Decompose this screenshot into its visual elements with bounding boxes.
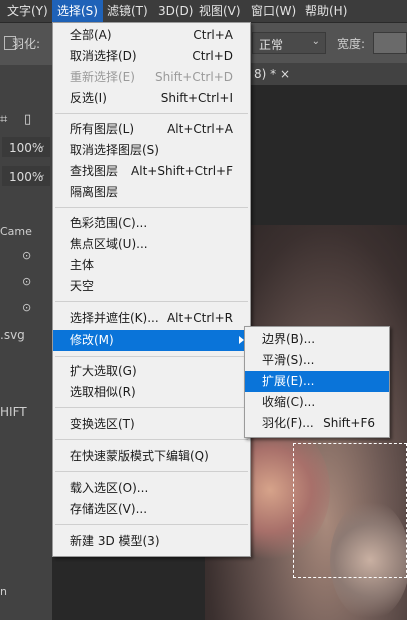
menu-bar: 文字(Y) 选择(S) 滤镜(T) 3D(D) 视图(V) 窗口(W) 帮助(H… xyxy=(0,0,407,23)
menu-item-inverse[interactable]: 反选(I) Shift+Ctrl+I xyxy=(53,88,250,109)
camera-label: Came xyxy=(0,225,32,238)
menu-separator xyxy=(55,356,248,357)
zoom-field-2[interactable]: 100% ⌄ xyxy=(2,166,50,186)
menu-separator xyxy=(55,524,248,525)
chevron-down-icon: ⌄ xyxy=(37,140,46,151)
menu-view[interactable]: 视图(V) xyxy=(194,0,246,22)
bottom-label: n xyxy=(0,585,7,598)
crop-icon[interactable]: ⌗ xyxy=(0,112,7,127)
menu-item-modify[interactable]: 修改(M) xyxy=(53,330,250,351)
menu-item-color-range[interactable]: 色彩范围(C)... xyxy=(53,213,250,234)
style-select[interactable]: 正常 ⌄ xyxy=(252,32,326,54)
menu-item-select-and-mask[interactable]: 选择并遮住(K)... Alt+Ctrl+R xyxy=(53,308,250,329)
feather-label: 羽化: xyxy=(12,37,41,51)
menu-item-deselect[interactable]: 取消选择(D) Ctrl+D xyxy=(53,46,250,67)
menu-item-grow[interactable]: 扩大选取(G) xyxy=(53,361,250,382)
menu-item-transform-selection[interactable]: 变换选区(T) xyxy=(53,414,250,435)
menu-item-focus-area[interactable]: 焦点区域(U)... xyxy=(53,234,250,255)
menu-item-all-layers[interactable]: 所有图层(L) Alt+Ctrl+A xyxy=(53,119,250,140)
menu-3d[interactable]: 3D(D) xyxy=(153,0,198,22)
link-icon[interactable]: ⊙ xyxy=(22,301,31,314)
menu-item-sky[interactable]: 天空 xyxy=(53,276,250,297)
menu-item-new-3d-model[interactable]: 新建 3D 模型(3) xyxy=(53,531,250,552)
document-tab[interactable]: 8) * × xyxy=(248,63,407,85)
submenu-item-contract[interactable]: 收缩(C)... xyxy=(245,392,389,413)
select-menu: 全部(A) Ctrl+A 取消选择(D) Ctrl+D 重新选择(E) Shift+C… xyxy=(52,22,251,557)
menu-item-find-layers[interactable]: 查找图层 Alt+Shift+Ctrl+F xyxy=(53,161,250,182)
link-icon[interactable]: ⊙ xyxy=(22,275,31,288)
shift-label: HIFT xyxy=(0,405,27,419)
menu-separator xyxy=(55,113,248,114)
width-label: 宽度: xyxy=(337,37,366,51)
menu-separator xyxy=(55,439,248,440)
menu-window[interactable]: 窗口(W) xyxy=(246,0,301,22)
document-icon[interactable]: ▯ xyxy=(24,112,31,127)
modify-submenu: 边界(B)... 平滑(S)... 扩展(E)... 收缩(C)... 羽化(F… xyxy=(244,326,390,438)
menu-help[interactable]: 帮助(H) xyxy=(300,0,352,22)
submenu-item-expand[interactable]: 扩展(E)... xyxy=(245,371,389,392)
menu-item-quick-mask[interactable]: 在快速蒙版模式下编辑(Q) xyxy=(53,446,250,467)
zoom-field-1[interactable]: 100% ⌄ xyxy=(2,137,50,157)
submenu-item-feather[interactable]: 羽化(F)... Shift+F6 xyxy=(245,413,389,434)
menu-separator xyxy=(55,301,248,302)
menu-filter[interactable]: 滤镜(T) xyxy=(102,0,153,22)
left-panel: ⌗ ▯ 100% ⌄ 100% ⌄ Came ⊙ ⊙ ⊙ .svg HIFT n xyxy=(0,65,52,620)
selection-marquee[interactable] xyxy=(293,443,407,578)
chevron-down-icon: ⌄ xyxy=(37,169,46,180)
submenu-item-border[interactable]: 边界(B)... xyxy=(245,329,389,350)
menu-type[interactable]: 文字(Y) xyxy=(2,0,53,22)
menu-item-deselect-layers[interactable]: 取消选择图层(S) xyxy=(53,140,250,161)
menu-item-select-all[interactable]: 全部(A) Ctrl+A xyxy=(53,25,250,46)
menu-item-reselect[interactable]: 重新选择(E) Shift+Ctrl+D xyxy=(53,67,250,88)
menu-separator xyxy=(55,207,248,208)
document-tab-title: 8) * × xyxy=(254,67,290,81)
menu-item-save-selection[interactable]: 存储选区(V)... xyxy=(53,499,250,520)
menu-item-subject[interactable]: 主体 xyxy=(53,255,250,276)
menu-item-load-selection[interactable]: 载入选区(O)... xyxy=(53,478,250,499)
menu-separator xyxy=(55,407,248,408)
submenu-item-smooth[interactable]: 平滑(S)... xyxy=(245,350,389,371)
menu-select[interactable]: 选择(S) xyxy=(52,0,103,22)
menu-separator xyxy=(55,471,248,472)
chevron-down-icon: ⌄ xyxy=(311,36,320,47)
menu-item-similar[interactable]: 选取相似(R) xyxy=(53,382,250,403)
link-icon[interactable]: ⊙ xyxy=(22,249,31,262)
file-label: .svg xyxy=(0,328,25,342)
style-select-value: 正常 xyxy=(259,38,284,52)
width-input[interactable] xyxy=(373,32,407,54)
menu-item-isolate-layers[interactable]: 隔离图层 xyxy=(53,182,250,203)
